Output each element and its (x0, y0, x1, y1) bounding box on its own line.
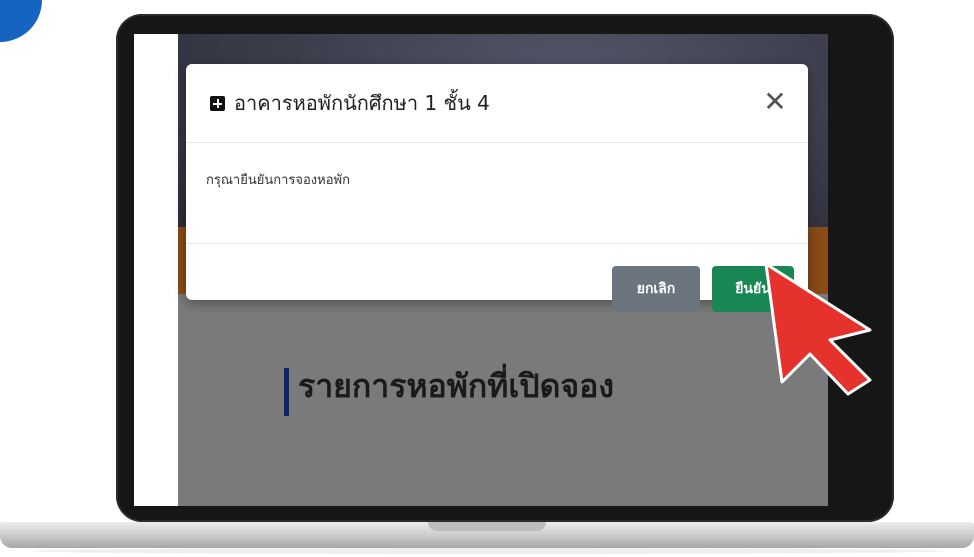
modal-body: กรุณายืนยันการจองหอพัก (186, 143, 808, 244)
modal-title: อาคารหอพักนักศึกษา 1 ชั้น 4 (234, 91, 490, 115)
page-content: รายการหอพักที่เปิดจอง (178, 294, 828, 506)
laptop-screen: รายการหอพักที่เปิดจอง อาคารหอพักนักศึกษา… (134, 34, 828, 506)
close-icon[interactable]: ✕ (760, 86, 790, 118)
modal-message: กรุณายืนยันการจองหอพัก (206, 173, 350, 188)
plus-square-icon (210, 96, 225, 111)
laptop-notch (428, 522, 546, 531)
cancel-button[interactable]: ยกเลิก (612, 266, 700, 312)
dorm-list-heading: รายการหอพักที่เปิดจอง (298, 367, 614, 405)
modal-header: อาคารหอพักนักศึกษา 1 ชั้น 4 ✕ (186, 64, 808, 143)
confirm-button[interactable]: ยืนยัน (712, 266, 794, 312)
step-badge (0, 0, 42, 42)
confirm-booking-modal: อาคารหอพักนักศึกษา 1 ชั้น 4 ✕ กรุณายืนยั… (186, 64, 808, 312)
page-margin (134, 34, 178, 506)
laptop-shadow (30, 548, 944, 554)
